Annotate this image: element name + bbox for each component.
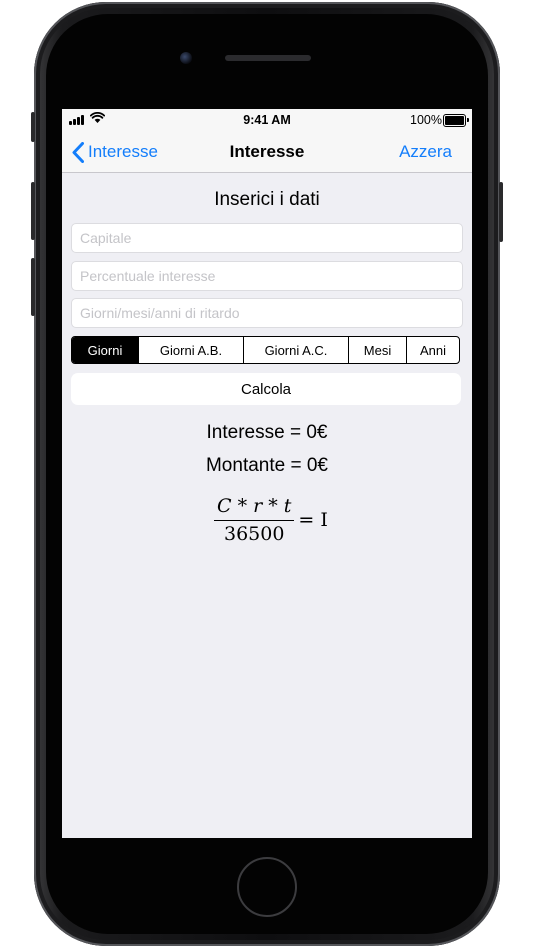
- status-bar: 9:41 AM 100%: [62, 109, 472, 131]
- section-title: Inserici i dati: [214, 189, 320, 210]
- segment-giorni-ab[interactable]: Giorni A.B.: [138, 337, 243, 363]
- front-camera: [180, 52, 192, 64]
- segment-mesi[interactable]: Mesi: [348, 337, 406, 363]
- formula-fraction: C * r * t 36500: [214, 495, 295, 545]
- back-button[interactable]: Interesse: [72, 140, 158, 164]
- calculate-button[interactable]: Calcola: [71, 373, 461, 405]
- power-button: [499, 182, 503, 242]
- battery-icon: [443, 114, 469, 127]
- volume-up-button: [31, 182, 35, 240]
- amount-result: Montante = 0€: [205, 455, 328, 476]
- earpiece-speaker: [225, 55, 311, 61]
- back-button-label: Interesse: [88, 142, 158, 161]
- formula-result: = I: [298, 509, 328, 531]
- chevron-left-icon: [72, 141, 84, 163]
- capital-input[interactable]: [71, 223, 463, 253]
- period-segmented-control: Giorni Giorni A.B. Giorni A.C. Mesi Anni: [71, 336, 460, 364]
- interest-formula: C * r * t 36500 = I: [214, 495, 328, 545]
- formula-denominator: 36500: [223, 523, 285, 545]
- battery-percentage: 100%: [410, 113, 442, 127]
- app-screen: 9:41 AM 100% Interesse Interesse Azzera …: [62, 109, 472, 838]
- mute-switch: [31, 112, 35, 142]
- reset-button[interactable]: Azzera: [399, 142, 452, 162]
- segment-giorni-ac[interactable]: Giorni A.C.: [243, 337, 348, 363]
- interest-result: Interesse = 0€: [206, 422, 328, 443]
- delay-input[interactable]: [71, 298, 463, 328]
- interest-rate-input[interactable]: [71, 261, 463, 291]
- volume-down-button: [31, 258, 35, 316]
- segment-giorni[interactable]: Giorni: [72, 337, 138, 363]
- navigation-bar: Interesse Interesse Azzera: [62, 131, 472, 173]
- home-button[interactable]: [237, 857, 297, 917]
- formula-numerator: C * r * t: [217, 495, 292, 517]
- segment-anni[interactable]: Anni: [406, 337, 459, 363]
